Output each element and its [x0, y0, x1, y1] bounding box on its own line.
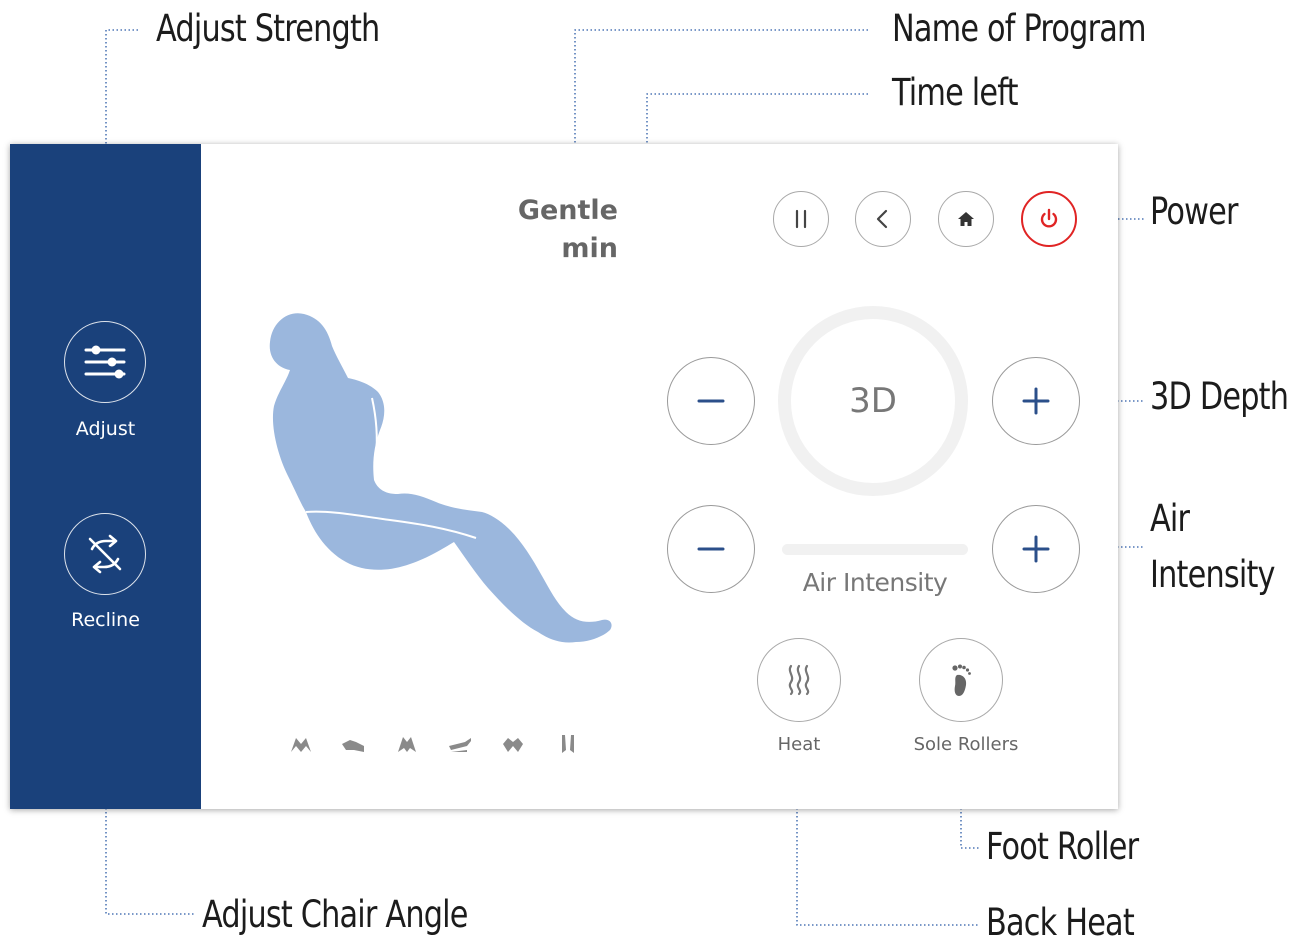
device-screen: Adjust Recline Gentle min 3D Air Intensi…	[10, 144, 1118, 809]
air-intensity-bar[interactable]	[782, 544, 968, 555]
power-button[interactable]	[1021, 191, 1077, 247]
back-button[interactable]	[855, 191, 911, 247]
program-info: Gentle min	[518, 192, 618, 268]
heat-label: Heat	[777, 734, 821, 755]
callout-power: Power	[1150, 190, 1238, 233]
callout-name-of-program: Name of Program	[892, 7, 1147, 50]
home-icon	[958, 212, 974, 226]
callout-adjust-chair-angle: Adjust Chair Angle	[202, 893, 468, 936]
recline-label: Recline	[71, 609, 140, 631]
callout-3d-depth: 3D Depth	[1150, 375, 1289, 418]
recline-button[interactable]	[64, 513, 146, 595]
depth-label: 3D	[849, 381, 897, 421]
sidebar: Adjust Recline	[10, 144, 201, 809]
back-icon	[876, 209, 888, 229]
minus-icon	[697, 399, 725, 403]
home-button[interactable]	[938, 191, 994, 247]
callout-time-left: Time left	[892, 71, 1018, 114]
depth-decrease-button[interactable]	[667, 357, 755, 445]
shoulder-icon	[291, 738, 311, 752]
callout-air-intensity-line2: Intensity	[1150, 553, 1275, 596]
calf-icon	[503, 738, 523, 752]
pause-icon	[795, 209, 807, 229]
callout-foot-roller: Foot Roller	[986, 825, 1139, 868]
footprint-icon	[952, 664, 971, 696]
pause-button[interactable]	[773, 191, 829, 247]
depth-increase-button[interactable]	[992, 357, 1080, 445]
heat-button[interactable]	[757, 638, 841, 722]
program-name: Gentle	[517, 195, 618, 226]
hand-icon	[449, 738, 471, 752]
heat-waves-icon	[788, 664, 810, 696]
depth-dial: 3D	[778, 306, 968, 496]
air-intensity-label: Air Intensity	[802, 568, 948, 597]
adjust-button[interactable]	[64, 321, 146, 403]
callout-back-heat: Back Heat	[986, 901, 1135, 944]
callout-adjust-strength: Adjust Strength	[156, 7, 380, 50]
air-decrease-button[interactable]	[667, 505, 755, 593]
feet-icon	[562, 735, 574, 753]
air-increase-button[interactable]	[992, 505, 1080, 593]
sole-rollers-button[interactable]	[919, 638, 1003, 722]
callout-air-intensity-line1: Air	[1150, 497, 1190, 540]
back-icon	[398, 737, 416, 752]
plus-icon	[1022, 387, 1050, 415]
time-left: min	[561, 233, 618, 264]
plus-icon	[1022, 535, 1050, 563]
minus-icon	[697, 547, 725, 551]
arm-icon	[342, 740, 364, 752]
adjust-label: Adjust	[75, 418, 136, 440]
sliders-icon	[84, 345, 126, 379]
recline-arrows-icon	[88, 534, 122, 574]
sole-rollers-label: Sole Rollers	[913, 734, 1019, 755]
power-icon	[1040, 208, 1058, 228]
body-figure-illustration	[269, 313, 612, 643]
